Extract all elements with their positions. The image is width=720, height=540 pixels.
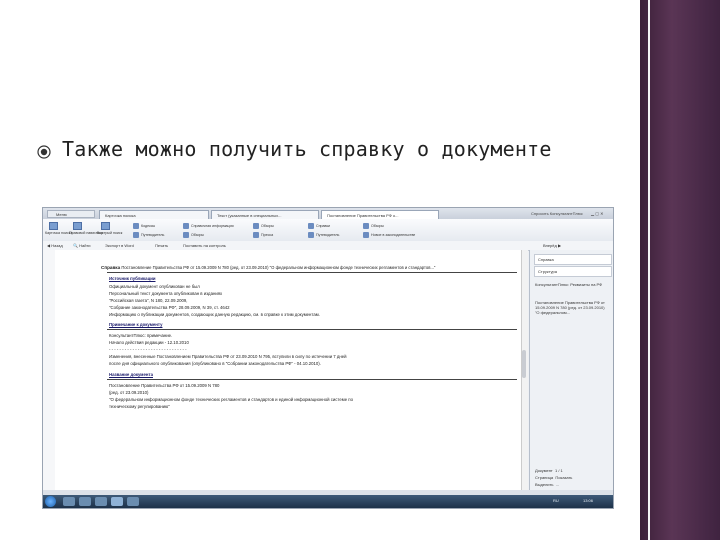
pub-line-4: "Собрание законодательства РФ", 28.09.20… xyxy=(109,305,230,310)
note-line-1: КонсультантПлюс: примечание. xyxy=(109,333,173,338)
bottom-doc-label: Документ 1 / 1 xyxy=(535,468,563,473)
title-line-3: "О федеральном информационном фонде техн… xyxy=(109,397,353,402)
menu-button[interactable]: Меню xyxy=(47,210,95,218)
title-line-2: (ред. от 23.09.2010) xyxy=(109,390,149,395)
codex-icon xyxy=(133,223,139,229)
section-title-title: Название документа xyxy=(109,372,153,377)
ribbon: Карточка поиска Правовой навигатор Быстр… xyxy=(43,219,613,242)
pub-line-3: "Российская газета", N 180, 22.09.2009, xyxy=(109,298,188,303)
scrollbar-thumb[interactable] xyxy=(522,350,526,378)
right-tab-reference[interactable]: Справка xyxy=(534,254,612,265)
tab-document[interactable]: Постановление Правительства РФ о... xyxy=(321,210,439,219)
find-button[interactable]: 🔍 Найти xyxy=(73,242,91,249)
taskbar-app-icon-1[interactable] xyxy=(63,497,75,506)
press-icon xyxy=(253,232,259,238)
review-icon-2 xyxy=(253,223,259,229)
slide-bullet-text: Также можно получить справку о документе xyxy=(62,137,552,161)
reference-icon xyxy=(183,223,189,229)
tray-clock: 13:06 xyxy=(583,498,594,503)
help-icon xyxy=(308,223,314,229)
consultant-app-screenshot: Меню Карточка поиска Текст (указанные в … xyxy=(42,207,614,509)
back-button[interactable]: ◀ Назад xyxy=(47,242,63,249)
review-icon-3 xyxy=(363,223,369,229)
tab-text[interactable]: Текст (указанные в специальных... xyxy=(211,210,319,219)
note-line-2: Начало действия редакции - 12.10.2010 xyxy=(109,340,189,345)
guide-icon-2 xyxy=(308,232,314,238)
taskbar-app-icon-4[interactable] xyxy=(111,497,123,506)
taskbar-app-icon-5[interactable] xyxy=(127,497,139,506)
taskbar-app-icon-3[interactable] xyxy=(95,497,107,506)
ribbon-item-7[interactable]: Справки xyxy=(308,223,330,231)
ribbon-search-card[interactable]: Карточка поиска xyxy=(45,231,72,239)
right-tab-structure[interactable]: Структура xyxy=(534,266,612,277)
divider-3 xyxy=(107,379,517,380)
section-notes-title: Примечание к документу xyxy=(109,322,163,327)
divider-2 xyxy=(107,329,517,330)
section-publication-title: Источник публикации xyxy=(109,276,156,281)
slide-side-stripe-line xyxy=(648,0,650,540)
ribbon-quick-search[interactable]: Быстрый поиск xyxy=(97,231,122,239)
ribbon-item-9[interactable]: Обзоры xyxy=(363,223,384,231)
news-icon xyxy=(363,232,369,238)
ribbon-item-1[interactable]: Кодексы xyxy=(133,223,155,231)
pub-line-2: Персональный текст документа опубликован… xyxy=(109,291,223,296)
divider xyxy=(107,272,517,273)
forward-button[interactable]: Вперёд ▶ xyxy=(543,242,561,249)
pub-line-1: Официальный документ опубликован не был xyxy=(109,284,200,289)
doc-header-text: Постановление Правительства РФ от 15.09.… xyxy=(121,265,436,270)
print-button[interactable]: Печать xyxy=(155,242,168,249)
doc-header-label: Справка xyxy=(101,265,121,270)
ribbon-item-5[interactable]: Обзоры xyxy=(253,223,274,231)
slide-side-stripe xyxy=(640,0,720,540)
ask-consultant-label[interactable]: Спросить КонсультантПлюс xyxy=(531,210,583,217)
pub-line-5: Информацию о публикации документов, созд… xyxy=(109,312,320,317)
doc-header: Справка Постановление Правительства РФ о… xyxy=(101,265,435,270)
note-line-5: после дня официального опубликования (оп… xyxy=(109,361,321,366)
right-panel-label[interactable]: КонсультантПлюс: Реквизиты на РФ xyxy=(535,282,607,287)
title-line-1: Постановление Правительства РФ от 15.09.… xyxy=(109,383,220,388)
set-control-button[interactable]: Поставить на контроль xyxy=(183,242,226,249)
review-icon xyxy=(183,232,189,238)
right-panel: Справка Структура КонсультантПлюс: Рекви… xyxy=(529,250,613,490)
ribbon-item-6[interactable]: Пресса xyxy=(253,232,273,240)
start-button-icon[interactable] xyxy=(45,496,56,507)
navigator-icon xyxy=(73,222,82,230)
right-panel-doc-ref[interactable]: Постановление Правительства РФ от 15.09.… xyxy=(535,300,607,315)
search-card-icon xyxy=(49,222,58,230)
ribbon-item-10[interactable]: Новое в законодательстве xyxy=(363,232,415,240)
guide-icon xyxy=(133,232,139,238)
title-line-4: техническому регулированию" xyxy=(109,404,170,409)
bottom-select-label[interactable]: Выделить ... xyxy=(535,482,559,487)
windows-taskbar: RU 13:06 xyxy=(43,495,613,508)
ribbon-navigator[interactable]: Правовой навигатор xyxy=(69,231,103,239)
quick-search-icon xyxy=(101,222,110,230)
ribbon-item-3[interactable]: Справочная информация xyxy=(183,223,234,231)
export-word-button[interactable]: Экспорт в Word xyxy=(105,242,134,249)
tab-search-card[interactable]: Карточка поиска xyxy=(99,210,209,219)
ribbon-item-4[interactable]: Обзоры xyxy=(183,232,204,240)
bullet-circle-icon xyxy=(37,145,51,159)
tray-language[interactable]: RU xyxy=(553,498,559,503)
note-line-3: - - - - - - - - - - - - - - - - - - - - … xyxy=(109,347,187,352)
bottom-page-label[interactable]: Страница Показать xyxy=(535,475,572,480)
ribbon-item-8[interactable]: Путеводитель xyxy=(308,232,339,240)
document-reference-pane: Справка Постановление Правительства РФ о… xyxy=(55,250,527,490)
tab-bar: Меню Карточка поиска Текст (указанные в … xyxy=(43,208,613,219)
window-buttons-icon[interactable]: ▁ ▢ ✕ xyxy=(591,210,603,217)
note-line-4: Изменения, внесенные Постановлением Прав… xyxy=(109,354,347,359)
ribbon-item-2[interactable]: Путеводитель xyxy=(133,232,164,240)
taskbar-app-icon-2[interactable] xyxy=(79,497,91,506)
